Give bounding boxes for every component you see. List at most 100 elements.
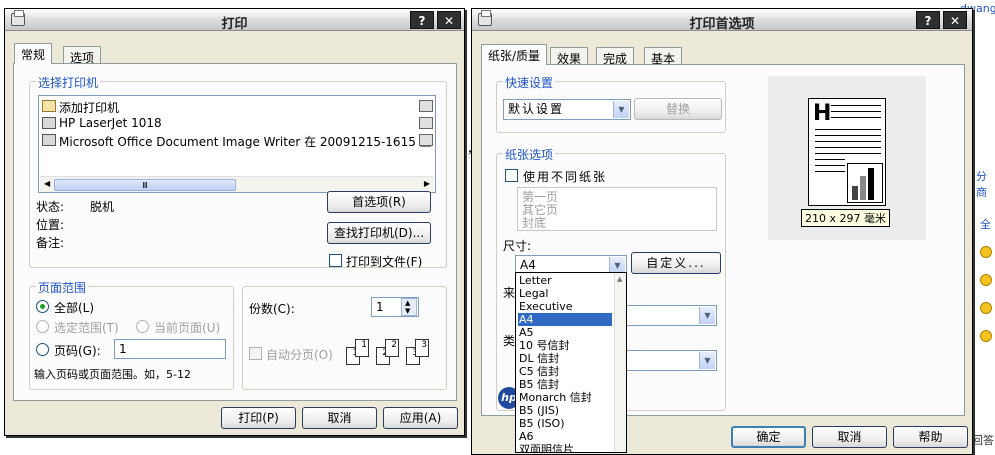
size-option[interactable]: A5: [518, 326, 612, 339]
source-label: 来: [503, 286, 516, 300]
size-option[interactable]: B5 (ISO): [518, 417, 612, 430]
apply-button[interactable]: 应用(A): [383, 407, 458, 429]
status-value: 脱机: [90, 200, 115, 214]
scroll-up-icon[interactable]: ▲: [617, 275, 622, 283]
close-button[interactable]: ✕: [943, 11, 967, 29]
size-option[interactable]: B5 信封: [518, 378, 612, 391]
dropdown-scrollbar[interactable]: ▲: [614, 273, 626, 452]
horizontal-scrollbar[interactable]: ◀ Ⅲ ▶: [40, 176, 434, 192]
select-printer-label: 选择打印机: [36, 74, 101, 91]
add-printer-icon: [42, 100, 56, 112]
collate-checkbox[interactable]: [249, 347, 262, 360]
print-to-file-checkbox[interactable]: [329, 254, 342, 267]
help-button[interactable]: ?: [410, 11, 434, 29]
size-option[interactable]: B5 (JIS): [518, 404, 612, 417]
help-button[interactable]: ?: [916, 11, 940, 29]
list-item-back-cover[interactable]: 封底: [522, 214, 546, 231]
printer-icon: [42, 134, 56, 146]
size-option[interactable]: C5 信封: [518, 365, 612, 378]
printer-item-hp[interactable]: HP LaserJet 1018: [59, 116, 162, 130]
current-page-radio[interactable]: [136, 320, 149, 333]
printer-item-add[interactable]: 添加打印机: [59, 99, 119, 116]
scroll-right-icon[interactable]: ▶: [424, 179, 430, 188]
quick-settings-select[interactable]: 默认设置 ▼: [503, 99, 631, 120]
preferences-dialog-title: 打印首选项: [689, 17, 755, 32]
paper-options-label: 纸张选项: [503, 146, 556, 163]
spin-up-icon[interactable]: ▲: [405, 299, 410, 307]
chevron-down-icon[interactable]: ▼: [699, 307, 715, 324]
replace-button[interactable]: 替换: [634, 98, 722, 120]
coin-icon: [980, 330, 992, 342]
size-option[interactable]: 双面明信片: [518, 443, 612, 452]
comment-label: 备注:: [36, 236, 65, 250]
print-dialog-titlebar[interactable]: 打印 ? ✕: [5, 9, 464, 32]
preferences-dialog-titlebar[interactable]: 打印首选项 ? ✕: [472, 9, 972, 32]
quick-settings-group: 快速设置 默认设置 ▼ 替换: [496, 74, 726, 133]
select-printer-group: 选择打印机 添加打印机 HP LaserJet 1018 Microsoft O…: [29, 74, 447, 270]
scroll-left-icon[interactable]: ◀: [44, 179, 50, 188]
find-printer-button[interactable]: 查找打印机(D)...: [327, 222, 431, 244]
quick-settings-label: 快速设置: [503, 74, 556, 91]
coin-icon: [980, 274, 992, 286]
tab-paper-quality[interactable]: 纸张/质量: [481, 44, 548, 65]
size-dropdown-list[interactable]: ▲ Letter Legal Executive A4 A5 10 号信封 DL 信封 C5 …: [515, 272, 627, 453]
close-button[interactable]: ✕: [437, 11, 461, 29]
selection-label[interactable]: 选定范围(T): [54, 319, 119, 336]
preferences-button[interactable]: 首选项(R): [327, 191, 431, 213]
background-text-1: 分商: [976, 170, 987, 199]
size-option[interactable]: DL 信封: [518, 352, 612, 365]
coin-icon: [980, 246, 992, 258]
pages-hint: 输入页码或页面范围。如，5-12: [34, 368, 191, 381]
paper-preview-area: H 210 x 297 毫米: [768, 76, 926, 240]
spin-down-icon[interactable]: ▼: [405, 307, 410, 315]
general-panel: 选择打印机 添加打印机 HP LaserJet 1018 Microsoft O…: [13, 63, 457, 401]
size-option[interactable]: 10 号信封: [518, 339, 612, 352]
size-option[interactable]: Monarch 信封: [518, 391, 612, 404]
chevron-down-icon[interactable]: ▼: [613, 101, 629, 118]
different-paper-label[interactable]: 使用不同纸张: [523, 168, 607, 185]
size-option[interactable]: Letter: [518, 274, 612, 287]
size-option[interactable]: A4: [518, 313, 612, 326]
coin-icon: [980, 302, 992, 314]
location-label: 位置:: [36, 218, 65, 232]
different-paper-checkbox[interactable]: [505, 169, 518, 182]
copies-spinner[interactable]: ▲ ▼: [401, 298, 417, 316]
pages-label[interactable]: 页码(G):: [54, 342, 101, 359]
chevron-down-icon[interactable]: ▼: [699, 352, 715, 369]
selection-radio[interactable]: [36, 320, 49, 333]
custom-size-button[interactable]: 自定义...: [631, 252, 721, 274]
tab-general[interactable]: 常规: [14, 43, 53, 64]
print-to-file-label[interactable]: 打印到文件(F): [346, 253, 422, 270]
print-dialog: 打印 ? ✕ 常规 选项 选择打印机 添加打印机 HP LaserJet 101…: [4, 8, 465, 436]
all-radio[interactable]: [36, 300, 49, 313]
collate-label[interactable]: 自动分页(O): [266, 346, 333, 363]
pages-radio[interactable]: [36, 343, 49, 356]
copies-label: 份数(C):: [249, 302, 295, 316]
background-text-3: 回答: [972, 434, 994, 447]
scroll-thumb[interactable]: Ⅲ: [54, 179, 236, 191]
ok-button[interactable]: 确定: [731, 426, 806, 448]
cancel-button[interactable]: 取消: [302, 407, 377, 429]
page-list[interactable]: 第一页 其它页 封底: [517, 187, 717, 231]
current-page-label[interactable]: 当前页面(U): [154, 319, 220, 336]
tab-finishing[interactable]: 完成: [596, 47, 635, 66]
printer-item-ms[interactable]: Microsoft Office Document Image Writer 在…: [59, 133, 432, 150]
size-label: 尺寸:: [503, 239, 532, 253]
tab-effects[interactable]: 效果: [550, 47, 589, 66]
page-preview-icon: H: [808, 98, 886, 206]
cancel-button[interactable]: 取消: [812, 426, 887, 448]
print-button[interactable]: 打印(P): [221, 407, 296, 429]
printer-status-icon: [419, 134, 433, 146]
size-option[interactable]: A6: [518, 430, 612, 443]
tab-options[interactable]: 选项: [63, 46, 102, 65]
status-label: 状态:: [36, 200, 65, 214]
printer-list[interactable]: 添加打印机 HP LaserJet 1018 Microsoft Office …: [38, 95, 436, 193]
all-label[interactable]: 全部(L): [54, 299, 94, 316]
tab-basics[interactable]: 基本: [644, 47, 683, 66]
size-option[interactable]: Executive: [518, 300, 612, 313]
background-text-2[interactable]: 全: [980, 216, 991, 232]
type-label: 类: [503, 334, 516, 348]
size-option[interactable]: Legal: [518, 287, 612, 300]
pages-input[interactable]: 1: [114, 339, 226, 359]
help-text-button[interactable]: 帮助: [893, 426, 968, 448]
